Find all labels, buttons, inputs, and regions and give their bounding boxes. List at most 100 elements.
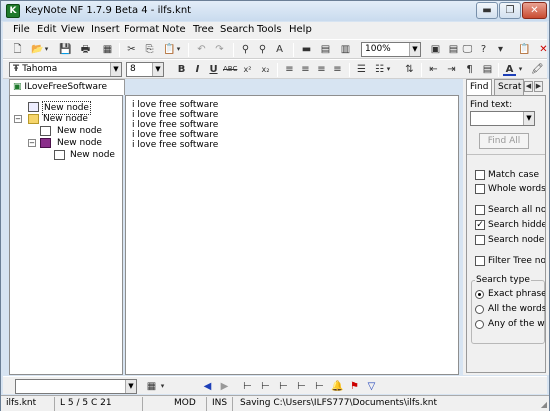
close-button[interactable]: ✕: [522, 2, 547, 19]
note-tab-icon[interactable]: ▣: [429, 43, 442, 56]
line-spacing-icon[interactable]: ⇅: [403, 63, 416, 76]
subscript-icon[interactable]: x₂: [259, 63, 272, 76]
forward-arrow-icon[interactable]: ▶: [218, 380, 231, 393]
highlight-icon[interactable]: 🖍: [531, 63, 544, 76]
flag-icon[interactable]: ⚑: [348, 380, 361, 393]
title-bar[interactable]: K KeyNote NF 1.7.9 Beta 4 - ilfs.knt ▬ ❐…: [1, 1, 549, 21]
print-icon[interactable]: 🖶: [79, 43, 92, 56]
align-right-icon[interactable]: ≡: [315, 63, 328, 76]
alarm-bell-icon[interactable]: 🔔: [331, 380, 344, 393]
tab-ilovefreesoftware[interactable]: ▣ ILoveFreeSoftware: [9, 79, 125, 95]
collapse-icon[interactable]: −: [28, 139, 36, 147]
clipboard-capture-icon[interactable]: 📋: [518, 43, 531, 56]
menu-help[interactable]: Help: [289, 24, 312, 35]
move-node-icon[interactable]: ⊢: [313, 380, 326, 393]
word-wrap-icon[interactable]: ▬: [300, 43, 313, 56]
monitor-icon[interactable]: 🖵: [461, 43, 474, 56]
back-arrow-icon[interactable]: ◀: [201, 380, 214, 393]
cut-icon[interactable]: ✂: [125, 43, 138, 56]
underline-icon[interactable]: U: [207, 63, 220, 76]
resize-grip-icon[interactable]: ◢: [541, 400, 547, 409]
align-center-icon[interactable]: ≡: [299, 63, 312, 76]
replace-icon[interactable]: A: [273, 43, 286, 56]
note-properties-icon[interactable]: ▦: [101, 43, 114, 56]
strikethrough-icon[interactable]: ABC: [223, 63, 237, 76]
menu-search[interactable]: Search: [220, 24, 254, 35]
indent-icon[interactable]: ⇥: [445, 63, 458, 76]
add-node-icon[interactable]: ⊢: [241, 380, 254, 393]
add-child-icon[interactable]: ⊢: [277, 380, 290, 393]
open-dropdown-icon[interactable]: ▾: [43, 43, 50, 56]
tree-panel[interactable]: New node − New node New node − New node …: [9, 95, 123, 375]
menu-note[interactable]: Note: [162, 24, 186, 35]
chevron-down-icon[interactable]: ▼: [125, 380, 136, 393]
justify-icon[interactable]: ≡: [331, 63, 344, 76]
search-hidden-checkbox[interactable]: ✓: [475, 220, 485, 230]
help-icon[interactable]: ?: [477, 43, 490, 56]
note-editor[interactable]: i love free software i love free softwar…: [125, 95, 459, 375]
menu-file[interactable]: File: [13, 24, 30, 35]
chevron-down-icon[interactable]: ▼: [409, 43, 420, 56]
paragraph-icon[interactable]: ¶: [463, 63, 476, 76]
exact-phrase-radio[interactable]: [475, 290, 484, 299]
minimize-button[interactable]: ▬: [476, 2, 498, 19]
find-all-button[interactable]: Find All: [479, 133, 529, 149]
font-color-dropdown-icon[interactable]: ▾: [517, 63, 524, 76]
italic-icon[interactable]: I: [191, 63, 204, 76]
menu-edit[interactable]: Edit: [37, 24, 56, 35]
close-note-icon[interactable]: ✕: [537, 43, 550, 56]
menu-insert[interactable]: Insert: [91, 24, 120, 35]
chevron-down-icon[interactable]: ▼: [110, 63, 121, 76]
filter-icon[interactable]: ▽: [365, 380, 378, 393]
copy-icon[interactable]: ⎘: [143, 43, 156, 56]
save-icon[interactable]: 💾: [59, 43, 72, 56]
tab-scratch[interactable]: Scrat: [494, 79, 524, 95]
any-words-radio[interactable]: [475, 320, 484, 329]
chevron-down-icon[interactable]: ▼: [152, 63, 163, 76]
find-binoculars-icon[interactable]: ⚲: [239, 43, 252, 56]
find-next-icon[interactable]: ⚲: [256, 43, 269, 56]
tab-find[interactable]: Find: [466, 79, 492, 95]
insert-node-icon[interactable]: ⊢: [259, 380, 272, 393]
keynote-app-icon[interactable]: K: [6, 4, 20, 18]
menu-tools[interactable]: Tools: [257, 24, 282, 35]
numbering-dropdown-icon[interactable]: ▾: [385, 63, 392, 76]
tree-panel-icon[interactable]: ▤: [319, 43, 332, 56]
superscript-icon[interactable]: x²: [241, 63, 254, 76]
all-words-radio[interactable]: [475, 305, 484, 314]
tab-scroll-right-icon[interactable]: ▶: [534, 81, 543, 92]
font-name-combo[interactable]: Ŧ Tahoma ▼: [9, 62, 122, 77]
redo-icon[interactable]: ↷: [213, 43, 226, 56]
search-all-notes-checkbox[interactable]: [475, 205, 485, 215]
paste-dropdown-icon[interactable]: ▾: [175, 43, 182, 56]
resource-panel-icon[interactable]: ▥: [339, 43, 352, 56]
chevron-down-icon[interactable]: ▼: [523, 112, 534, 125]
find-text-input[interactable]: ▼: [470, 111, 535, 126]
add-sibling-icon[interactable]: ⊢: [295, 380, 308, 393]
new-file-icon[interactable]: 🗋: [11, 43, 24, 56]
outdent-icon[interactable]: ⇤: [427, 63, 440, 76]
style-combo[interactable]: ▼: [15, 379, 137, 394]
properties-icon[interactable]: ▤: [447, 43, 460, 56]
filter-tree-checkbox[interactable]: [475, 256, 485, 266]
dropdown-arrow-icon[interactable]: ▾: [494, 43, 507, 56]
menu-format[interactable]: Format: [124, 24, 159, 35]
search-node-names-checkbox[interactable]: [475, 235, 485, 245]
style-icon[interactable]: ▤: [481, 63, 494, 76]
bullets-icon[interactable]: ☰: [355, 63, 368, 76]
menu-view[interactable]: View: [61, 24, 85, 35]
style-dropdown-icon[interactable]: ▾: [159, 380, 166, 393]
align-left-icon[interactable]: ≡: [283, 63, 296, 76]
font-color-icon[interactable]: A: [503, 63, 516, 76]
bold-icon[interactable]: B: [175, 63, 188, 76]
apply-style-icon[interactable]: ▦: [145, 380, 158, 393]
collapse-icon[interactable]: −: [14, 115, 22, 123]
tab-scroll-left-icon[interactable]: ◀: [524, 81, 533, 92]
menu-tree[interactable]: Tree: [193, 24, 214, 35]
match-case-checkbox[interactable]: [475, 170, 485, 180]
restore-button[interactable]: ❐: [499, 2, 521, 19]
whole-words-checkbox[interactable]: [475, 184, 485, 194]
font-size-combo[interactable]: 8 ▼: [126, 62, 164, 77]
undo-icon[interactable]: ↶: [195, 43, 208, 56]
zoom-combo[interactable]: 100% ▼: [361, 42, 421, 57]
